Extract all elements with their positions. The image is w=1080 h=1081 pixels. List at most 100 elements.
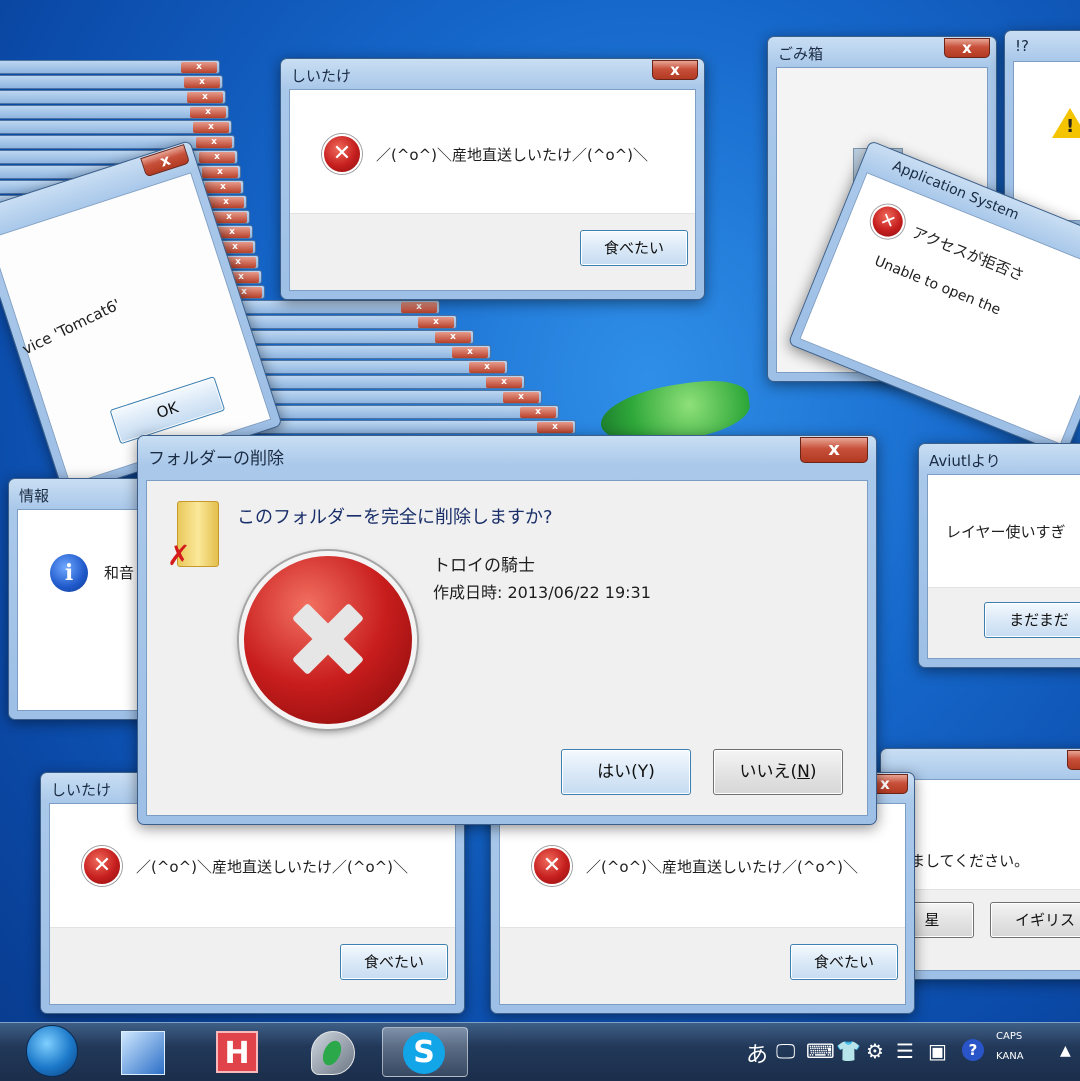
uk-button[interactable]: イギリス: [990, 902, 1080, 938]
tomcat-message: vice 'Tomcat6': [19, 295, 124, 359]
ime-tool-icon[interactable]: ⌨: [806, 1039, 835, 1063]
kana-indicator: KANA: [996, 1051, 1024, 1062]
dialog-message: レイヤー使いすぎ: [946, 523, 1066, 541]
close-icon: x: [187, 92, 223, 103]
dialog-title: Aviutlより: [929, 452, 1001, 470]
taskbar-h-app[interactable]: H: [200, 1027, 274, 1077]
taskbar-media-center[interactable]: [105, 1027, 179, 1077]
help-icon[interactable]: ?: [962, 1039, 984, 1061]
dialog-title: 情報: [19, 487, 50, 505]
dialog-title: フォルダーの削除: [148, 449, 284, 469]
no-button-accelerator: N: [797, 762, 810, 782]
cascaded-window-bar: x: [0, 105, 229, 119]
close-icon: x: [181, 62, 217, 73]
eat-button[interactable]: 食べたい: [340, 944, 448, 980]
dialog-body: !: [1013, 61, 1080, 221]
h-app-icon: H: [216, 1031, 258, 1073]
item-name: トロイの騎士: [433, 556, 535, 576]
error-icon: ✕: [322, 134, 362, 174]
more-button[interactable]: まだまだ: [984, 602, 1080, 638]
cascaded-window-bar: x: [0, 135, 235, 149]
caps-indicator: CAPS: [996, 1031, 1023, 1042]
close-icon: x: [418, 317, 454, 328]
title-bar: Aviutlより: [919, 444, 1080, 474]
title-bar: フォルダーの削除 x: [138, 436, 876, 469]
no-button-label-end: ): [809, 762, 817, 782]
error-icon: ✕: [865, 199, 910, 244]
monitor-icon[interactable]: 🖵: [776, 1039, 795, 1063]
yes-button[interactable]: はい(Y): [561, 749, 691, 795]
cascaded-window-bar: x: [0, 120, 232, 134]
eat-button[interactable]: 食べたい: [790, 944, 898, 980]
error-icon: ✕: [82, 846, 122, 886]
button-bar: まだまだ: [928, 587, 1080, 658]
close-button[interactable]: x: [652, 60, 698, 80]
error-icon: ✕: [532, 846, 572, 886]
skype-icon: S: [403, 1032, 445, 1074]
item-created-date: 作成日時: 2013/06/22 19:31: [433, 583, 651, 602]
dialog-body: レイヤー使いすぎ まだまだ: [927, 474, 1080, 659]
close-icon: x: [537, 422, 573, 433]
taskbar-skype[interactable]: S: [382, 1027, 468, 1077]
close-icon: x: [208, 197, 244, 208]
close-button[interactable]: x: [1067, 750, 1080, 770]
dialog-title: ごみ箱: [778, 45, 824, 63]
dialog-body: ✗ このフォルダーを完全に削除しますか? トロイの騎士 作成日時: 2013/0…: [146, 480, 868, 816]
menu-icon[interactable]: ☰: [896, 1039, 914, 1063]
title-bar: ごみ箱 x: [768, 37, 996, 67]
close-icon: x: [184, 77, 220, 88]
dialog-title: しいたけ: [291, 67, 352, 85]
close-icon: x: [520, 407, 556, 418]
close-icon: x: [503, 392, 539, 403]
no-button[interactable]: いいえ(N): [713, 749, 843, 795]
shirt-icon[interactable]: 👕: [836, 1039, 861, 1063]
close-button[interactable]: x: [944, 38, 990, 58]
dialog-message: ／(^o^)＼産地直送しいたけ／(^o^)＼: [376, 146, 649, 164]
music-player-icon: [121, 1031, 165, 1075]
cascaded-window-bar: x: [0, 60, 220, 74]
close-icon: x: [199, 152, 235, 163]
taskbar: H S あ 🖵 ⌨ 👕 ⚙ ☰ ▣ ? CAPS KANA ▲: [0, 1022, 1080, 1081]
cascaded-window-bar: x: [0, 90, 226, 104]
dialog-message: ましてください。: [910, 852, 1030, 870]
title-bar: !?: [1005, 31, 1080, 61]
dialog-body: ✕ ／(^o^)＼産地直送しいたけ／(^o^)＼ 食べたい: [289, 89, 696, 291]
close-icon: x: [196, 137, 232, 148]
dialog-title: しいたけ: [51, 781, 112, 799]
info-icon: i: [50, 554, 88, 592]
close-button[interactable]: x: [800, 437, 868, 463]
large-error-icon: [239, 551, 417, 729]
close-icon: x: [401, 302, 437, 313]
close-icon: x: [190, 107, 226, 118]
close-icon: x: [205, 182, 241, 193]
delete-folder-dialog: フォルダーの削除 x ✗ このフォルダーを完全に削除しますか? トロイの騎士 作…: [137, 435, 877, 825]
dialog-message: ／(^o^)＼産地直送しいたけ／(^o^)＼: [586, 858, 859, 876]
close-icon: x: [469, 362, 505, 373]
warning-mark: !: [1066, 116, 1075, 137]
chevron-up-icon[interactable]: ▲: [1060, 1043, 1071, 1059]
dialog-body: ましてください。 星 イギリス: [889, 779, 1080, 971]
close-icon: x: [202, 167, 238, 178]
no-button-label: いいえ(: [739, 762, 798, 782]
aviutl-dialog: Aviutlより レイヤー使いすぎ まだまだ: [918, 443, 1080, 668]
dialog-body: i 和音: [17, 509, 149, 711]
eat-button[interactable]: 食べたい: [580, 230, 688, 266]
button-bar: 食べたい: [50, 927, 455, 1004]
delete-mark-icon: ✗: [167, 539, 191, 572]
start-button[interactable]: [26, 1025, 78, 1077]
button-bar: 食べたい: [500, 927, 905, 1004]
dialog-body: ✕ ／(^o^)＼産地直送しいたけ／(^o^)＼ 食べたい: [49, 803, 456, 1005]
close-icon: x: [486, 377, 522, 388]
ime-indicator[interactable]: あ: [746, 1037, 768, 1069]
info-dialog: 情報 i 和音: [8, 478, 158, 720]
shield-app-icon: [311, 1031, 355, 1075]
gear-icon[interactable]: ⚙: [866, 1039, 884, 1063]
dialog-body: ✕ ／(^o^)＼産地直送しいたけ／(^o^)＼ 食べたい: [499, 803, 906, 1005]
delete-question: このフォルダーを完全に削除しますか?: [237, 507, 553, 528]
window-icon[interactable]: ▣: [928, 1039, 947, 1063]
close-icon: x: [193, 122, 229, 133]
taskbar-shield-app[interactable]: [295, 1027, 369, 1077]
title-bar: 情報: [9, 479, 157, 509]
dialog-message: ／(^o^)＼産地直送しいたけ／(^o^)＼: [136, 858, 409, 876]
dialog-title: !?: [1015, 37, 1029, 55]
